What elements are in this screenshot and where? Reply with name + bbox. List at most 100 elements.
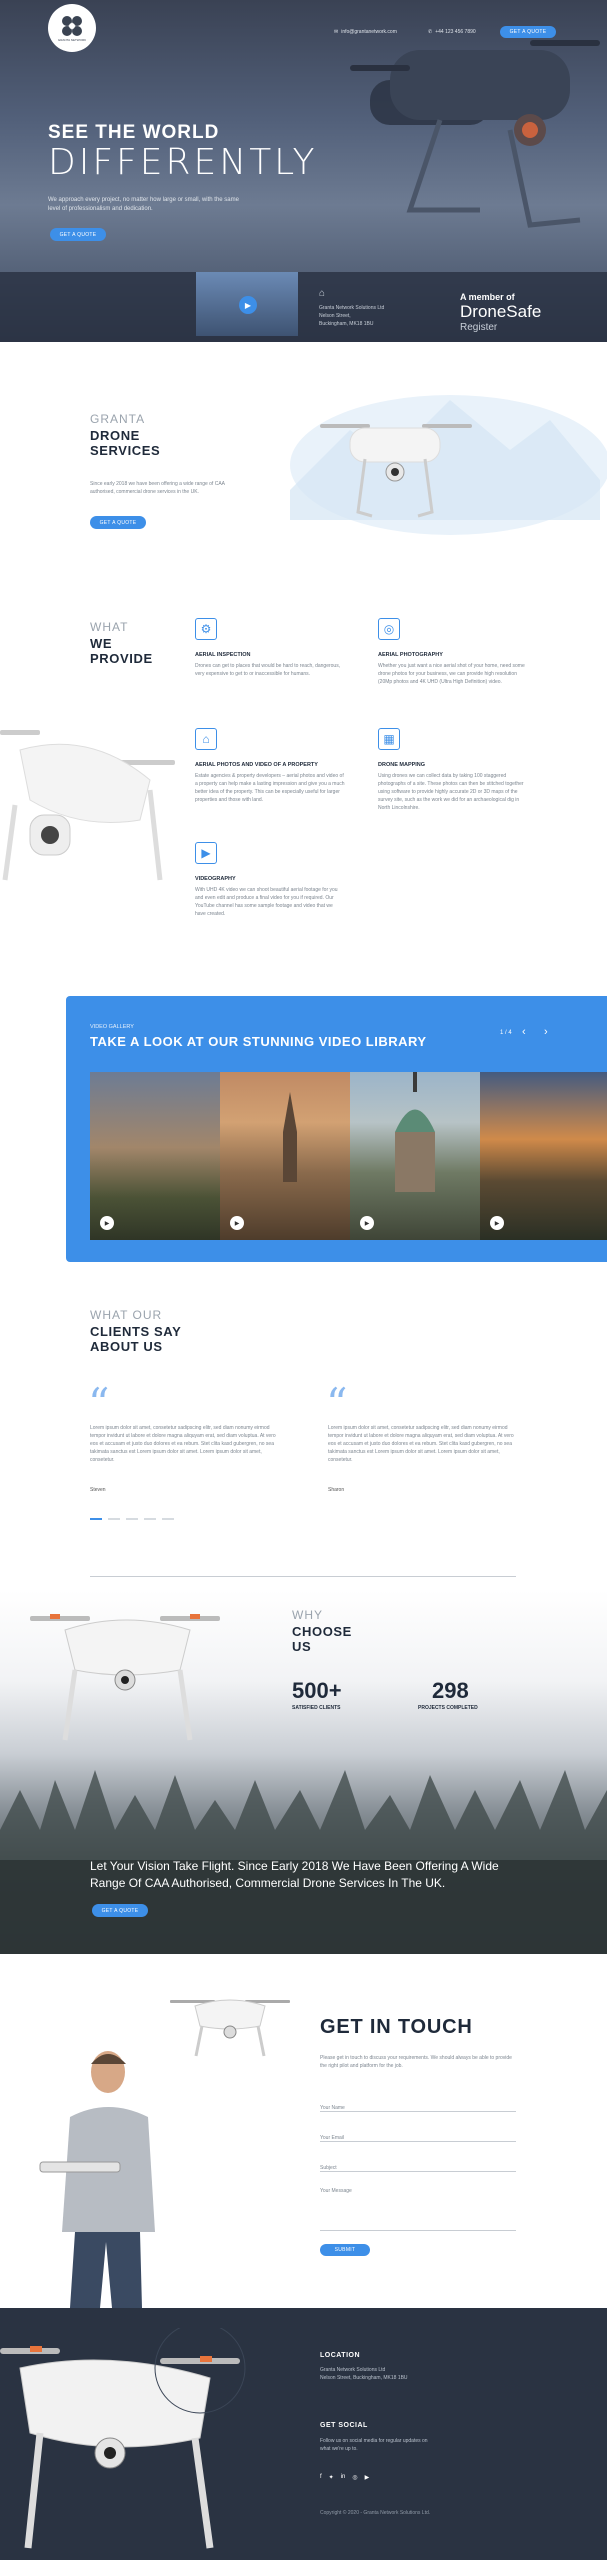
name-field[interactable]: Your Name	[320, 2096, 516, 2112]
forest-image	[0, 1770, 607, 1954]
provide-title-1: WE	[90, 636, 113, 651]
gallery-next-arrow[interactable]: ›	[544, 1026, 548, 1038]
why-kicker: WHY	[292, 1608, 323, 1622]
logo-icon	[62, 15, 82, 36]
services-quote-button[interactable]: GET A QUOTE	[90, 516, 146, 529]
play-icon[interactable]: ▶	[239, 296, 257, 314]
video-thumbnail[interactable]: ▶	[350, 1072, 480, 1240]
service-title: AERIAL PHOTOS AND VIDEO OF A PROPERTY	[195, 762, 318, 768]
logo-text: GRANTA NETWORK	[57, 37, 87, 42]
header-phone[interactable]: ✆ +44 123 456 7890	[428, 29, 476, 35]
play-icon[interactable]: ▶	[360, 1216, 374, 1230]
contact-section: GET IN TOUCH Please get in touch to disc…	[0, 1954, 607, 2308]
youtube-icon[interactable]: ▶	[365, 2474, 370, 2481]
why-drone-image	[30, 1614, 220, 1741]
flight-quote-button[interactable]: GET A QUOTE	[92, 1904, 148, 1917]
social-icons: f ✦ in ◎ ▶	[320, 2474, 369, 2481]
video-thumbnail[interactable]: ▶	[480, 1072, 607, 1240]
address-line: Buckingham, MK18 1BU	[319, 321, 374, 327]
play-icon[interactable]: ▶	[230, 1216, 244, 1230]
submit-button[interactable]: SUBMIT	[320, 2244, 370, 2256]
provide-drone-image	[0, 730, 175, 881]
hero-title-bottom: DIFFERENTLY	[48, 142, 318, 183]
name-field-placeholder: Your Name	[320, 2105, 345, 2111]
carousel-dot[interactable]	[126, 1518, 138, 1520]
service-title: DRONE MAPPING	[378, 762, 426, 768]
header-email[interactable]: ✉ info@grantanetwork.com	[334, 29, 397, 35]
location-address: Granta Network Solutions Ltd Nelson Stre…	[320, 2366, 408, 2382]
why-title-1: CHOOSE	[292, 1624, 352, 1639]
clients-title-1: CLIENTS SAY	[90, 1324, 182, 1339]
service-item: ⌂ AERIAL PHOTOS AND VIDEO OF A PROPERTY …	[195, 728, 345, 804]
services-drone-image	[320, 424, 472, 518]
email-field[interactable]: Your Email	[320, 2126, 516, 2142]
testimonial-text: Lorem ipsum dolor sit amet, consetetur s…	[90, 1425, 276, 1463]
services-title-1: DRONE	[90, 428, 140, 443]
address-line: Granta Network Solutions Ltd	[319, 305, 385, 311]
gallery-pager: 1 / 4	[500, 1030, 512, 1036]
mail-icon: ✉	[334, 29, 339, 35]
service-item: ◎ AERIAL PHOTOGRAPHY Whether you just wa…	[378, 618, 528, 686]
location-line: Granta Network Solutions Ltd	[320, 2367, 386, 2373]
services-text: Since early 2018 we have been offering a…	[90, 481, 225, 495]
carousel-dot[interactable]	[144, 1518, 156, 1520]
member-label: A member of	[460, 292, 515, 302]
social-text: Follow us on social media for regular up…	[320, 2438, 428, 2452]
testimonial-author: Steven	[90, 1487, 106, 1493]
video-camera-icon: ▶	[195, 842, 217, 864]
service-item: ⚙ AERIAL INSPECTION Drones can get to pl…	[195, 618, 345, 678]
logo[interactable]: GRANTA NETWORK	[48, 4, 96, 52]
contact-drone-image	[170, 1999, 290, 2057]
clients-section: WHAT OUR CLIENTS SAY ABOUT US “ Lorem ip…	[0, 1300, 607, 1577]
message-field[interactable]: Your Message	[320, 2179, 516, 2231]
church-spire-image	[283, 1092, 297, 1182]
copyright: Copyright © 2020 - Granta Network Soluti…	[320, 2510, 431, 2516]
subject-field[interactable]: Subject	[320, 2156, 516, 2172]
services-kicker: GRANTA	[90, 412, 146, 426]
header-phone-link[interactable]: +44 123 456 7890	[435, 29, 475, 35]
phone-icon: ✆	[428, 29, 433, 35]
map-icon: ▦	[378, 728, 400, 750]
stat-projects-value: 298	[432, 1678, 469, 1703]
facebook-icon[interactable]: f	[320, 2474, 322, 2481]
play-icon[interactable]: ▶	[490, 1216, 504, 1230]
contact-title: GET IN TOUCH	[320, 2016, 473, 2038]
service-text: Whether you just want a nice aerial shot…	[378, 663, 525, 685]
hero-section: GRANTA NETWORK ✉ info@grantanetwork.com ✆…	[0, 0, 607, 342]
carousel-dot[interactable]	[108, 1518, 120, 1520]
subject-field-placeholder: Subject	[320, 2165, 337, 2171]
video-gallery-section: VIDEO GALLERY TAKE A LOOK AT OUR STUNNIN…	[66, 996, 607, 1262]
gallery-prev-arrow[interactable]: ‹	[522, 1026, 526, 1038]
services-section: GRANTA DRONE SERVICES Since early 2018 w…	[0, 342, 607, 572]
header-email-link[interactable]: info@grantanetwork.com	[341, 29, 397, 35]
gallery-title: TAKE A LOOK AT OUR STUNNING VIDEO LIBRAR…	[90, 1034, 427, 1049]
play-icon[interactable]: ▶	[100, 1216, 114, 1230]
property-icon: ⌂	[195, 728, 217, 750]
footer: LOCATION Granta Network Solutions Ltd Ne…	[0, 2308, 607, 2560]
provide-title-2: PROVIDE	[90, 651, 153, 666]
service-text: Estate agencies & property developers – …	[195, 773, 345, 803]
hero-quote-button[interactable]: GET A QUOTE	[50, 228, 106, 241]
hero-video-thumb[interactable]: ▶	[196, 272, 298, 336]
quote-icon: “	[88, 1379, 110, 1428]
video-thumbnail[interactable]: ▶	[220, 1072, 350, 1240]
testimonial-author: Sharon	[328, 1487, 345, 1493]
dronesafe-sub: Register	[460, 322, 498, 333]
carousel-dot-active[interactable]	[90, 1518, 102, 1520]
header-quote-button[interactable]: GET A QUOTE	[500, 26, 556, 38]
address-line: Nelson Street,	[319, 313, 351, 319]
quote-icon: “	[326, 1379, 348, 1428]
camera-icon: ◎	[378, 618, 400, 640]
message-field-placeholder: Your Message	[320, 2188, 352, 2194]
hero-title-top: SEE THE WORLD	[48, 122, 220, 143]
why-section: WHY CHOOSE US 500+ SATISFIED CLIENTS 298…	[0, 1590, 607, 1954]
linkedin-icon[interactable]: in	[341, 2474, 346, 2481]
service-text: Drones can get to places that would be h…	[195, 663, 341, 677]
twitter-icon[interactable]: ✦	[329, 2474, 334, 2481]
service-item: ▶ VIDEOGRAPHY With UHD 4K video we can s…	[195, 842, 345, 918]
instagram-icon[interactable]: ◎	[352, 2474, 357, 2481]
dome-tower-image	[395, 1072, 435, 1192]
video-thumbnail[interactable]: ▶	[90, 1072, 220, 1240]
carousel-dot[interactable]	[162, 1518, 174, 1520]
stat-satisfied-value: 500+	[292, 1678, 342, 1703]
